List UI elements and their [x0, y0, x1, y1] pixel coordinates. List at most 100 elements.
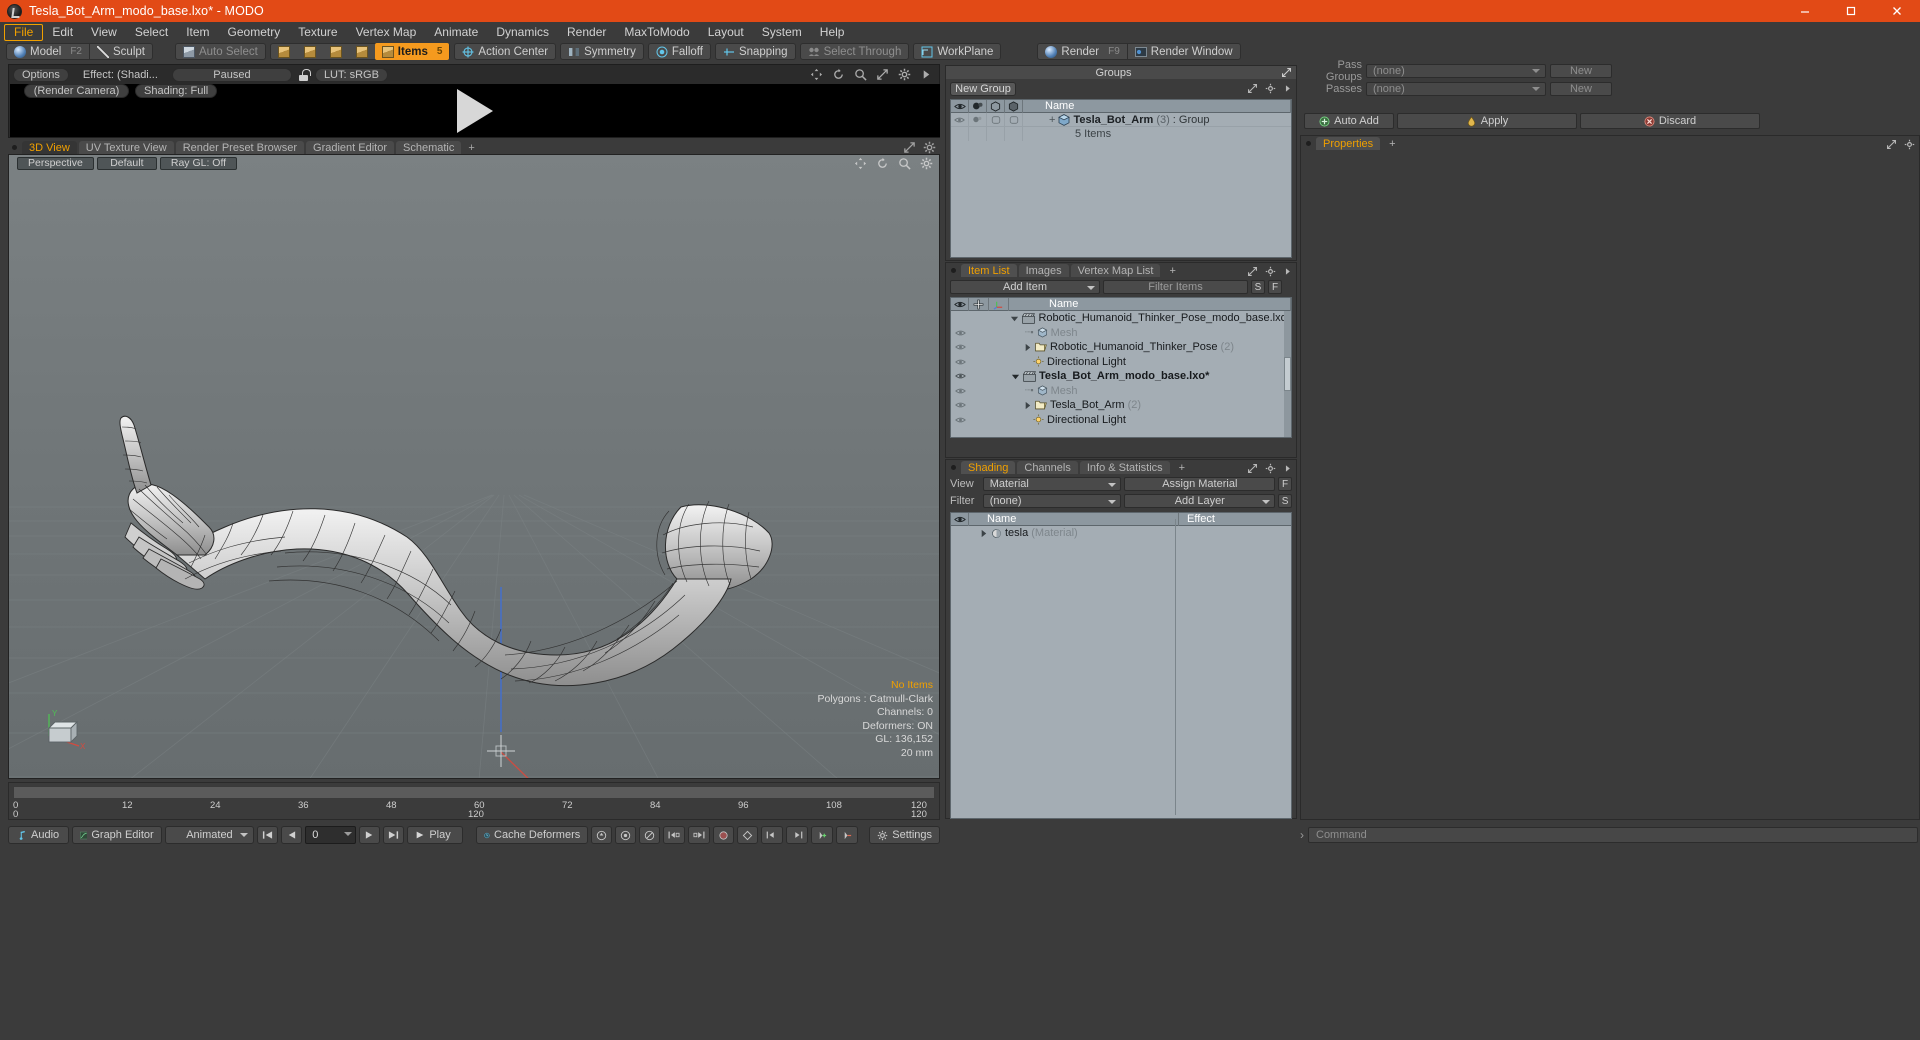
- menu-texture[interactable]: Texture: [289, 24, 346, 41]
- gear-icon[interactable]: [920, 157, 933, 170]
- properties-content-area[interactable]: [1302, 151, 1918, 818]
- menu-view[interactable]: View: [82, 24, 126, 41]
- tab-schematic[interactable]: Schematic: [396, 141, 462, 154]
- action-center-button[interactable]: Action Center: [455, 43, 555, 60]
- menu-maxtomodo[interactable]: MaxToModo: [615, 24, 698, 41]
- polygons-mode-button[interactable]: [323, 43, 349, 60]
- expand-icon[interactable]: [1886, 139, 1897, 150]
- render-window-button[interactable]: Render Window: [1128, 43, 1240, 60]
- gear-icon[interactable]: [898, 68, 911, 81]
- tab-add-button[interactable]: +: [463, 141, 479, 154]
- go-to-start-button[interactable]: [257, 826, 279, 844]
- animated-dropdown[interactable]: Animated: [164, 826, 255, 844]
- tab-drag-handle[interactable]: [951, 465, 956, 470]
- toggle-c-button[interactable]: [639, 826, 661, 844]
- chevron-right-icon[interactable]: [1023, 401, 1032, 410]
- passes-dropdown[interactable]: (none): [1366, 82, 1546, 96]
- table-row[interactable]: + Tesla_Bot_Arm (3) : Group: [951, 112, 1291, 127]
- shading-f-button[interactable]: F: [1278, 477, 1292, 491]
- rotate-icon[interactable]: [832, 68, 845, 81]
- collapse-arrow-icon[interactable]: [920, 68, 933, 81]
- select-through-button[interactable]: Select Through: [801, 43, 909, 60]
- items-mode-button[interactable]: Items 5: [374, 43, 450, 60]
- timeline-scrub-bar[interactable]: [13, 786, 935, 799]
- close-button[interactable]: [1874, 0, 1920, 22]
- tab-drag-handle[interactable]: [1306, 141, 1311, 146]
- zoom-search-icon[interactable]: [854, 68, 867, 81]
- play-overlay-icon[interactable]: [457, 88, 493, 133]
- play-button[interactable]: Play: [407, 826, 464, 844]
- pass-groups-dropdown[interactable]: (none): [1366, 64, 1546, 78]
- toggle-b-button[interactable]: [615, 826, 637, 844]
- expand-icon[interactable]: [1247, 266, 1258, 277]
- menu-animate[interactable]: Animate: [425, 24, 487, 41]
- command-input[interactable]: Command: [1308, 827, 1918, 843]
- add-item-dropdown[interactable]: Add Item: [950, 280, 1100, 294]
- row-wireframe-toggle[interactable]: [987, 127, 1005, 141]
- chevron-right-icon[interactable]: [1023, 343, 1032, 352]
- shading-s-button[interactable]: S: [1278, 494, 1292, 508]
- list-item[interactable]: Robotic_Humanoid_Thinker_Pose (2): [951, 340, 1291, 355]
- table-row[interactable]: 5 Items: [951, 127, 1291, 141]
- gear-icon[interactable]: [1265, 83, 1276, 94]
- tab-add-button[interactable]: +: [1162, 264, 1182, 277]
- new-pass-group-button[interactable]: New: [1550, 64, 1612, 78]
- symmetry-button[interactable]: Symmetry: [561, 43, 643, 60]
- maximize-button[interactable]: [1828, 0, 1874, 22]
- row-shading-toggle[interactable]: [969, 127, 987, 141]
- row-visibility-toggle[interactable]: [951, 387, 969, 395]
- list-item[interactable]: ┈▪ Mesh: [951, 326, 1291, 341]
- row-solid-toggle[interactable]: [1005, 112, 1023, 127]
- gear-icon[interactable]: [1265, 266, 1276, 277]
- collapse-arrow-icon[interactable]: [1283, 266, 1292, 277]
- menu-file[interactable]: File: [4, 23, 44, 41]
- gear-icon[interactable]: [1904, 139, 1915, 150]
- view-material-dropdown[interactable]: Material: [982, 477, 1122, 491]
- chevron-down-icon[interactable]: [1010, 314, 1019, 323]
- collapse-arrow-icon[interactable]: [1283, 83, 1292, 94]
- row-visibility-toggle[interactable]: [951, 343, 969, 351]
- toggle-a-button[interactable]: [591, 826, 613, 844]
- range-start-button[interactable]: [761, 826, 784, 844]
- list-item[interactable]: Directional Light: [951, 355, 1291, 370]
- tab-render-preset-browser[interactable]: Render Preset Browser: [175, 141, 305, 154]
- menu-item[interactable]: Item: [177, 24, 218, 41]
- gear-icon[interactable]: [923, 141, 936, 154]
- unlock-icon[interactable]: [297, 68, 311, 81]
- expand-icon[interactable]: [903, 141, 916, 154]
- settings-button[interactable]: Settings: [869, 826, 940, 844]
- tab-add-button[interactable]: +: [1172, 461, 1192, 474]
- menu-select[interactable]: Select: [126, 24, 177, 41]
- auto-select-button[interactable]: Auto Select: [176, 43, 265, 60]
- row-visibility-toggle[interactable]: [951, 329, 969, 337]
- auto-add-button[interactable]: Auto Add: [1304, 113, 1394, 129]
- minimize-button[interactable]: [1782, 0, 1828, 22]
- menu-vertex-map[interactable]: Vertex Map: [347, 24, 426, 41]
- tab-3d-view[interactable]: 3D View: [22, 141, 77, 154]
- menu-help[interactable]: Help: [811, 24, 854, 41]
- shading-column-divider[interactable]: [1175, 519, 1176, 815]
- row-visibility-toggle[interactable]: [951, 401, 969, 409]
- expand-icon[interactable]: [1281, 67, 1292, 78]
- filter-items-field[interactable]: Filter Items: [1103, 280, 1248, 294]
- list-item[interactable]: Tesla_Bot_Arm_modo_base.lxo*: [951, 369, 1291, 384]
- viewport-style-dropdown[interactable]: Default: [96, 156, 157, 170]
- list-item[interactable]: ┈▪ Mesh: [951, 384, 1291, 399]
- new-pass-button[interactable]: New: [1550, 82, 1612, 96]
- key-next-button[interactable]: [688, 826, 711, 844]
- collapse-arrow-icon[interactable]: [1283, 463, 1292, 474]
- record-button[interactable]: [713, 826, 735, 844]
- list-item[interactable]: Robotic_Humanoid_Thinker_Pose_modo_base.…: [951, 311, 1291, 326]
- tab-drag-handle[interactable]: [12, 145, 17, 150]
- audio-button[interactable]: Audio: [8, 826, 69, 844]
- discard-button[interactable]: Discard: [1580, 113, 1760, 129]
- snapping-button[interactable]: Snapping: [716, 43, 795, 60]
- graph-editor-button[interactable]: Graph Editor: [71, 826, 162, 844]
- tab-gradient-editor[interactable]: Gradient Editor: [306, 141, 394, 154]
- menu-edit[interactable]: Edit: [43, 24, 82, 41]
- row-visibility-toggle[interactable]: [951, 112, 969, 127]
- pan-icon[interactable]: [810, 68, 823, 81]
- menu-system[interactable]: System: [753, 24, 811, 41]
- key-diamond-button[interactable]: [737, 826, 759, 844]
- tab-item-list[interactable]: Item List: [961, 264, 1017, 277]
